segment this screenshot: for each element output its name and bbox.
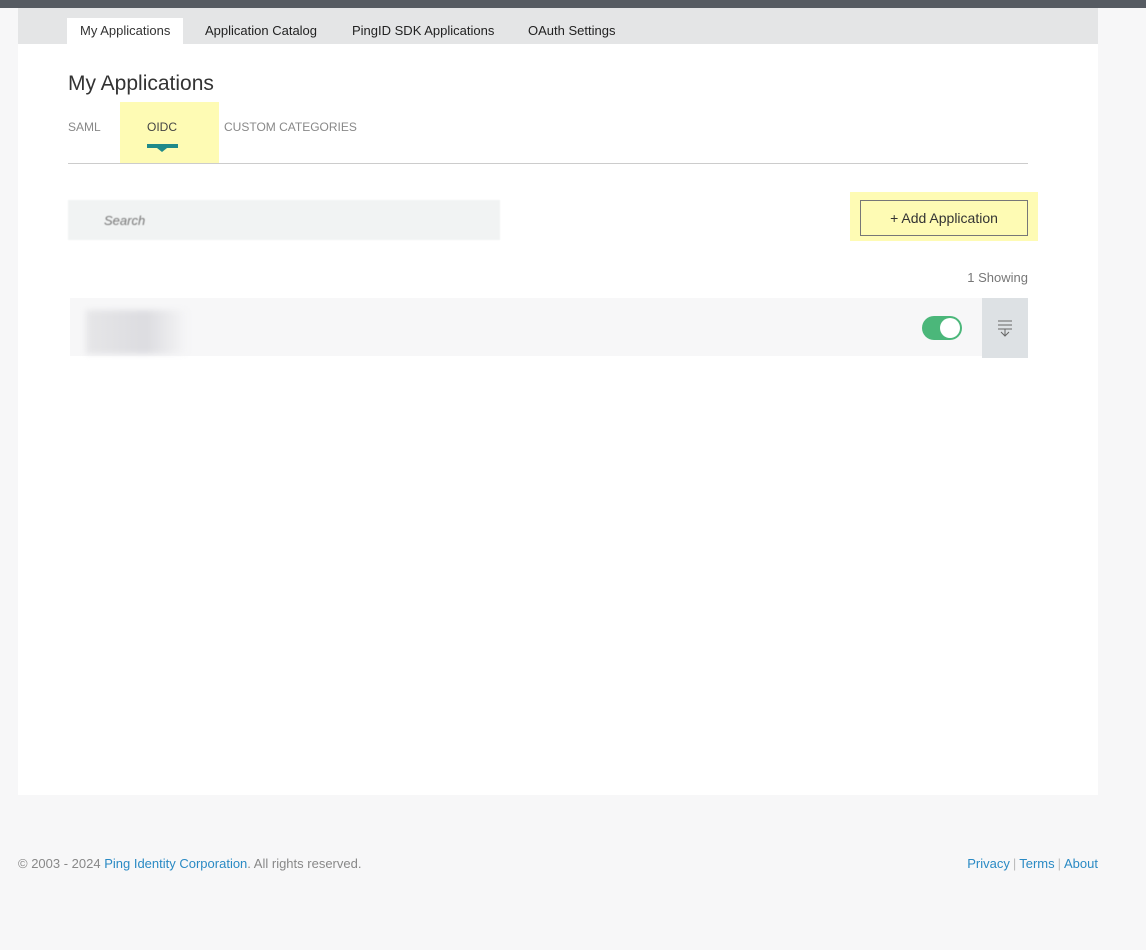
- tab-my-applications[interactable]: My Applications: [67, 18, 184, 44]
- subtab-saml[interactable]: SAML: [68, 120, 101, 134]
- tab-pingid-sdk-applications[interactable]: PingID SDK Applications: [339, 18, 507, 44]
- tab-oauth-settings[interactable]: OAuth Settings: [515, 18, 628, 44]
- privacy-link[interactable]: Privacy: [967, 856, 1010, 871]
- showing-count: 1 Showing: [967, 270, 1028, 285]
- expand-details-icon: [998, 320, 1012, 337]
- page-title: My Applications: [68, 72, 214, 95]
- application-row[interactable]: [70, 298, 982, 356]
- company-link[interactable]: Ping Identity Corporation: [104, 856, 247, 871]
- terms-link[interactable]: Terms: [1019, 856, 1054, 871]
- divider: [68, 163, 1028, 164]
- rights-text: . All rights reserved.: [247, 856, 362, 871]
- search-input[interactable]: [68, 200, 500, 240]
- footer-links: Privacy | Terms | About: [967, 856, 1098, 871]
- copyright-text: © 2003 - 2024: [18, 856, 105, 871]
- application-enabled-toggle[interactable]: [922, 316, 962, 340]
- application-name-redacted: [86, 310, 186, 354]
- main-tab-bar: My Applications Application Catalog Ping…: [18, 8, 1098, 44]
- footer-copyright: © 2003 - 2024 Ping Identity Corporation.…: [18, 856, 361, 871]
- active-tab-indicator: [147, 144, 178, 152]
- tab-application-catalog[interactable]: Application Catalog: [192, 18, 330, 44]
- about-link[interactable]: About: [1064, 856, 1098, 871]
- main-panel: My Applications SAML OIDC CUSTOM CATEGOR…: [18, 44, 1098, 795]
- top-bar: [0, 0, 1146, 8]
- application-expand-button[interactable]: [982, 298, 1028, 358]
- separator: |: [1057, 856, 1062, 871]
- toggle-knob: [940, 318, 960, 338]
- subtab-custom-categories[interactable]: CUSTOM CATEGORIES: [224, 120, 357, 134]
- separator: |: [1012, 856, 1017, 871]
- subtab-oidc[interactable]: OIDC: [147, 120, 177, 134]
- add-application-button[interactable]: + Add Application: [860, 200, 1028, 236]
